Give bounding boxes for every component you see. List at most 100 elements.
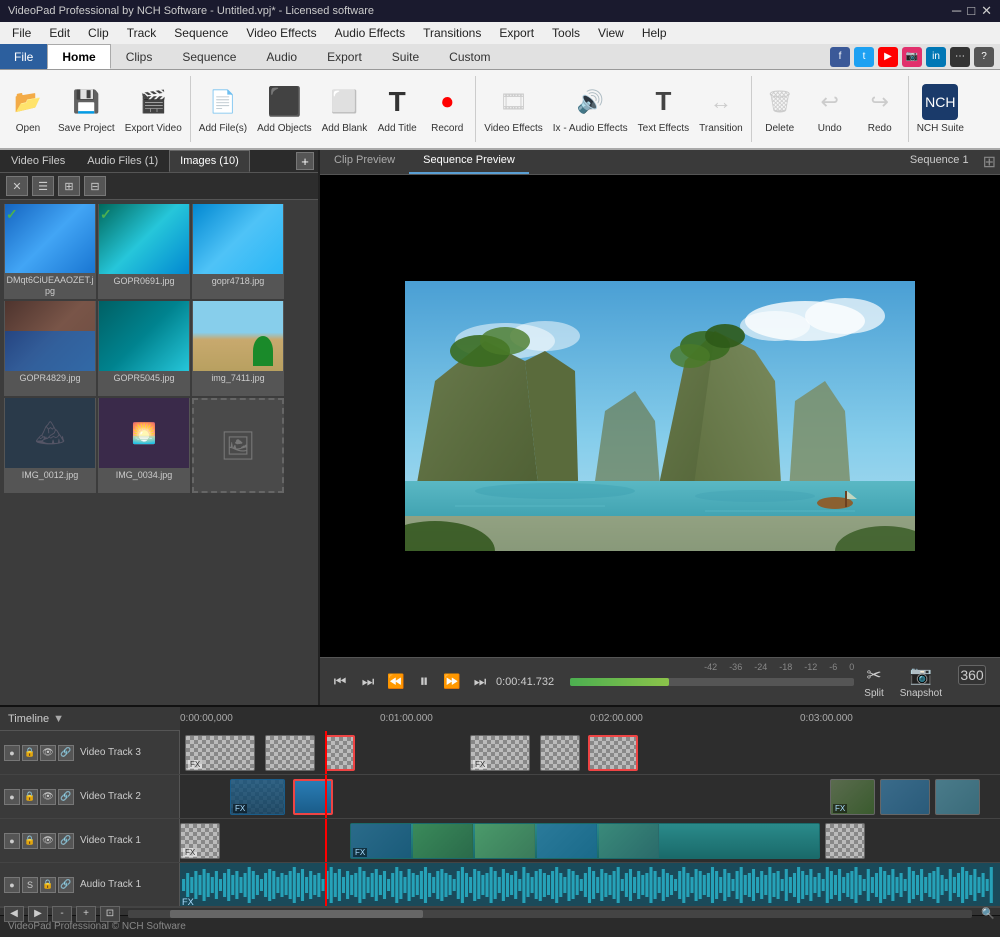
track-link-btn[interactable]: 🔗 [58, 789, 74, 805]
track-link-btn[interactable]: 🔗 [58, 833, 74, 849]
menu-transitions[interactable]: Transitions [415, 24, 489, 42]
clip-block[interactable]: FX [230, 779, 285, 815]
pause-button[interactable]: ⏸ [412, 670, 436, 694]
clip-block[interactable] [880, 779, 930, 815]
instagram-icon[interactable]: 📷 [902, 47, 922, 67]
save-project-button[interactable]: 💾 Save Project [54, 72, 119, 146]
timeline-dropdown-icon[interactable]: ▼ [53, 713, 64, 725]
tab-clips[interactable]: Clips [111, 44, 168, 69]
tab-audio-files[interactable]: Audio Files (1) [76, 150, 169, 172]
tab-export[interactable]: Export [312, 44, 377, 69]
tab-suite[interactable]: Suite [377, 44, 434, 69]
tab-home[interactable]: Home [47, 44, 110, 69]
video-effects-button[interactable]: 🎞 Video Effects [480, 72, 547, 146]
progress-bar[interactable]: -42-36-24-18-12-60 [570, 674, 854, 690]
timeline-scroll-track[interactable] [128, 910, 972, 918]
scroll-left-btn[interactable]: ◀ [4, 906, 24, 922]
help-icon[interactable]: ? [974, 47, 994, 67]
tab-video-files[interactable]: Video Files [0, 150, 76, 172]
clip-block[interactable]: FX [470, 735, 530, 771]
track-lock-btn[interactable]: 🔒 [22, 745, 38, 761]
undo-button[interactable]: ↩ Undo [806, 72, 854, 146]
fit-btn[interactable]: ⊡ [100, 906, 120, 922]
more-icon[interactable]: ⋯ [950, 47, 970, 67]
track-mute-btn[interactable]: ● [4, 833, 20, 849]
youtube-icon[interactable]: ▶ [878, 47, 898, 67]
export-video-button[interactable]: 🎬 Export Video [121, 72, 186, 146]
rewind-button[interactable]: ⏪ [384, 670, 408, 694]
clip-block[interactable]: FX [180, 823, 220, 859]
open-button[interactable]: 📂 Open [4, 72, 52, 146]
track-vis-btn[interactable]: 👁 [40, 745, 56, 761]
track-solo-btn[interactable]: S [22, 877, 38, 893]
media-grid-btn[interactable]: ⊞ [58, 176, 80, 196]
track-lock-btn[interactable]: 🔒 [22, 789, 38, 805]
clip-block[interactable] [540, 735, 580, 771]
track-mute-btn[interactable]: ● [4, 789, 20, 805]
media-item[interactable]: GOPR4829.jpg [4, 301, 96, 396]
snapshot-button[interactable]: 📷 Snapshot [894, 663, 948, 701]
add-objects-button[interactable]: ⬛ Add Objects [253, 72, 315, 146]
tab-custom[interactable]: Custom [434, 44, 505, 69]
menu-tools[interactable]: Tools [544, 24, 588, 42]
redo-button[interactable]: ↪ Redo [856, 72, 904, 146]
tab-file[interactable]: File [0, 44, 47, 69]
menu-audio-effects[interactable]: Audio Effects [327, 24, 414, 42]
skip-end-button[interactable]: ⏭ [468, 670, 492, 694]
menu-track[interactable]: Track [119, 24, 165, 42]
scroll-right-btn[interactable]: ▶ [28, 906, 48, 922]
twitter-icon[interactable]: t [854, 47, 874, 67]
tab-sequence[interactable]: Sequence [167, 44, 251, 69]
track-mute-btn[interactable]: ● [4, 745, 20, 761]
record-button[interactable]: ⏺ Record [423, 72, 471, 146]
media-item[interactable]: gopr4718.jpg [192, 204, 284, 299]
audio-effects-button[interactable]: 🔊 Ix - Audio Effects [549, 72, 632, 146]
clip-block-selected[interactable] [325, 735, 355, 771]
search-timeline-btn[interactable]: 🔍 [976, 907, 1000, 920]
menu-sequence[interactable]: Sequence [166, 24, 236, 42]
nch-suite-button[interactable]: NCH NCH Suite [913, 72, 968, 146]
media-zoom-btn[interactable]: ⊟ [84, 176, 106, 196]
menu-view[interactable]: View [590, 24, 632, 42]
media-list-btn[interactable]: ☰ [32, 176, 54, 196]
preview-expand-button[interactable]: ⊞ [979, 150, 1000, 174]
menu-export[interactable]: Export [491, 24, 542, 42]
menu-help[interactable]: Help [634, 24, 675, 42]
vr360-button[interactable]: 360 [952, 663, 992, 701]
timeline-scroll-thumb[interactable] [170, 910, 423, 918]
media-item[interactable]: ✓ DMqt6CiUEAAOZET.jpg [4, 204, 96, 299]
clip-block-selected[interactable] [293, 779, 333, 815]
minimize-button[interactable]: ─ [952, 3, 961, 19]
maximize-button[interactable]: □ [967, 3, 975, 19]
clip-block[interactable] [265, 735, 315, 771]
close-button[interactable]: ✕ [981, 3, 992, 19]
menu-video-effects[interactable]: Video Effects [238, 24, 324, 42]
progress-track[interactable] [570, 678, 854, 686]
zoom-in-btn[interactable]: + [76, 906, 96, 922]
tab-sequence-preview[interactable]: Sequence Preview [409, 150, 529, 174]
zoom-out-btn[interactable]: - [52, 906, 72, 922]
clip-block[interactable] [825, 823, 865, 859]
text-effects-button[interactable]: T Text Effects [634, 72, 694, 146]
linkedin-icon[interactable]: in [926, 47, 946, 67]
add-title-button[interactable]: T Add Title [373, 72, 421, 146]
track-vis-btn[interactable]: 👁 [40, 789, 56, 805]
track-mute-btn[interactable]: ● [4, 877, 20, 893]
prev-frame-button[interactable]: ⏭ [356, 670, 380, 694]
menu-file[interactable]: File [4, 24, 39, 42]
tab-images[interactable]: Images (10) [169, 150, 250, 172]
track-link-btn[interactable]: 🔗 [58, 877, 74, 893]
clip-block[interactable]: FX [185, 735, 255, 771]
fast-forward-button[interactable]: ⏩ [440, 670, 464, 694]
skip-start-button[interactable]: ⏮ [328, 670, 352, 694]
media-item[interactable]: 🏔 IMG_0012.jpg [4, 398, 96, 493]
split-button[interactable]: ✂ Split [858, 663, 889, 701]
media-item[interactable]: 🌅 IMG_0034.jpg [98, 398, 190, 493]
clip-block[interactable] [935, 779, 980, 815]
track-link-btn[interactable]: 🔗 [58, 745, 74, 761]
clip-strip[interactable]: FX [350, 823, 820, 859]
media-item[interactable]: img_7411.jpg [192, 301, 284, 396]
add-files-button[interactable]: 📄 Add File(s) [195, 72, 251, 146]
track-vis-btn[interactable]: 👁 [40, 833, 56, 849]
facebook-icon[interactable]: f [830, 47, 850, 67]
